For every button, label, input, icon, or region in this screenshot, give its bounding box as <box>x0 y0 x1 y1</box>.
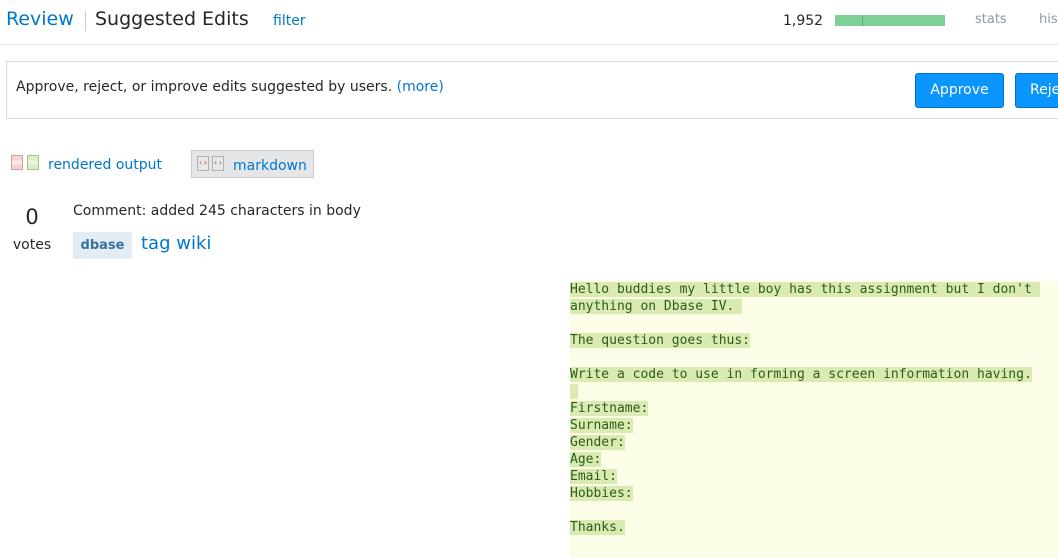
rendered-output-toggle[interactable]: rendered output <box>10 150 170 178</box>
review-instructions-box: Approve, reject, or improve edits sugges… <box>6 61 1058 119</box>
rendered-after-icon <box>27 155 39 170</box>
diff-line-text: Surname: <box>570 418 633 433</box>
approve-button[interactable]: Approve <box>915 73 1004 108</box>
queue-count: 1,952 <box>783 13 824 29</box>
diff-line-text: Gender: <box>570 435 625 450</box>
diff-line: The question goes thus: <box>570 332 1040 349</box>
diff-lines: Hello buddies my little boy has this ass… <box>570 281 1040 536</box>
reject-button[interactable]: Reje <box>1015 73 1058 108</box>
diff-line-text: Thanks. <box>570 520 625 535</box>
diff-line-text: Firstname: <box>570 401 649 416</box>
queue-progress-bar <box>835 15 945 26</box>
diff-line-text: Age: <box>570 452 602 467</box>
diff-line-text: The question goes thus: <box>570 333 751 348</box>
tag-wiki-link[interactable]: tag wiki <box>141 233 211 254</box>
markdown-before-icon: ‹› <box>197 156 209 171</box>
post-tag[interactable]: dbase <box>73 232 132 259</box>
markdown-label: markdown <box>233 158 307 174</box>
page-title: Suggested Edits <box>95 8 249 30</box>
queue-progress-marker <box>862 15 863 26</box>
diff-line: Surname: <box>570 417 1040 434</box>
diff-line-text: Write a code to use in forming a screen … <box>570 367 1032 382</box>
history-tab[interactable]: his <box>1039 12 1058 27</box>
diff-line: Gender: <box>570 434 1040 451</box>
diff-line <box>570 349 1040 366</box>
diff-line: Age: <box>570 451 1040 468</box>
diff-line: Thanks. <box>570 519 1040 536</box>
instructions-text-line: Approve, reject, or improve edits sugges… <box>16 79 444 95</box>
edit-comment: Comment: added 245 characters in body <box>73 203 361 219</box>
diff-line: Firstname: <box>570 400 1040 417</box>
votes-label: votes <box>12 237 52 253</box>
markdown-diff-panel: Hello buddies my little boy has this ass… <box>570 281 1058 558</box>
diff-line-text: Hello buddies my little boy has this ass… <box>570 282 1040 297</box>
diff-line: anything on Dbase IV. <box>570 298 1040 315</box>
more-link[interactable]: (more) <box>397 79 444 95</box>
diff-line: Hobbies: <box>570 485 1040 502</box>
review-link[interactable]: Review <box>6 8 74 30</box>
diff-line <box>570 315 1040 332</box>
instructions-text: Approve, reject, or improve edits sugges… <box>16 79 393 95</box>
header-divider <box>85 11 86 31</box>
markdown-toggle[interactable]: ‹› ‹› markdown <box>191 150 314 178</box>
rendered-output-label: rendered output <box>48 157 163 173</box>
stats-tab[interactable]: stats <box>975 12 1007 27</box>
diff-line <box>570 502 1040 519</box>
diff-line: Write a code to use in forming a screen … <box>570 366 1040 383</box>
diff-line-text: Email: <box>570 469 617 484</box>
markdown-after-icon: ‹› <box>212 156 224 171</box>
queue-progress-fill <box>835 15 945 26</box>
vote-count: 0 <box>25 205 39 229</box>
diff-line <box>570 383 1040 400</box>
rendered-before-icon <box>11 155 23 170</box>
filter-link[interactable]: filter <box>273 13 306 29</box>
diff-line: Hello buddies my little boy has this ass… <box>570 281 1040 298</box>
diff-line-text <box>570 384 578 399</box>
diff-line-text: Hobbies: <box>570 486 633 501</box>
review-header: Review Suggested Edits filter 1,952 stat… <box>0 0 1058 45</box>
diff-line: Email: <box>570 468 1040 485</box>
diff-line-text: anything on Dbase IV. <box>570 299 743 314</box>
